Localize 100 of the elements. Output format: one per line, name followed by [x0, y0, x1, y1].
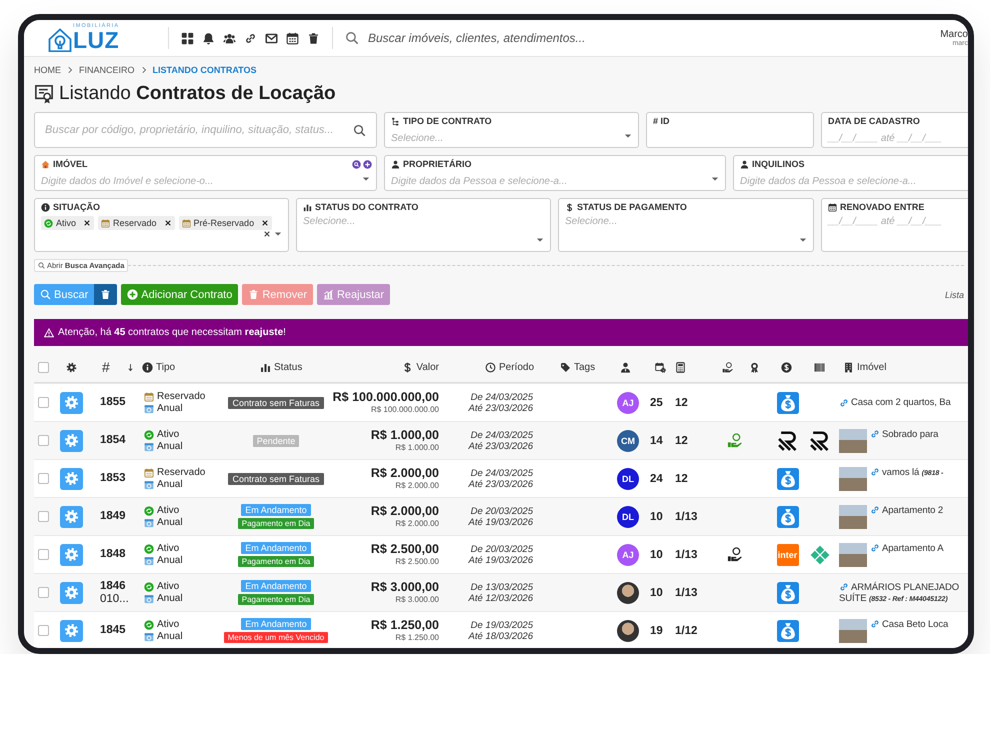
- dollar-circle-icon: [781, 362, 792, 372]
- property-link[interactable]: Casa com 2 quartos, Ba: [851, 397, 951, 408]
- calendar-icon: [144, 468, 154, 478]
- calendar-icon: [144, 442, 154, 452]
- bank-logo: inter: [776, 544, 798, 566]
- avatar[interactable]: DL: [617, 468, 639, 490]
- active-status-icon: [144, 582, 154, 592]
- trash-icon[interactable]: [307, 32, 320, 44]
- info-icon: [41, 202, 50, 212]
- row-checkbox[interactable]: [38, 549, 49, 560]
- person-icon: [740, 160, 749, 168]
- property-link[interactable]: Apartamento A: [882, 542, 944, 554]
- field-label: PROPRIETÁRIO: [403, 159, 472, 169]
- row-checkbox[interactable]: [38, 473, 49, 484]
- remove-icon[interactable]: [83, 219, 92, 227]
- column-header[interactable]: Tags: [574, 362, 596, 372]
- property-link[interactable]: Apartamento 2: [882, 504, 944, 516]
- settings-button[interactable]: [60, 544, 83, 566]
- add-button[interactable]: Adicionar Contrato: [121, 284, 238, 305]
- select-field[interactable]: STATUS DE PAGAMENTO Selecione...: [558, 198, 814, 252]
- envelope-icon[interactable]: [265, 32, 278, 44]
- column-header[interactable]: #: [102, 359, 110, 375]
- select-field[interactable]: IMÓVEL Digite dados do Imóvel e selecione-o...: [34, 155, 377, 191]
- dashboard-icon[interactable]: [181, 32, 194, 44]
- input-field[interactable]: RENOVADO ENTRE __/__/____ até __/__/___: [821, 198, 968, 252]
- avatar[interactable]: AJ: [617, 392, 639, 414]
- sort-icon[interactable]: [126, 362, 135, 372]
- remove-icon[interactable]: [164, 219, 172, 227]
- input-field[interactable]: DATA DE CADASTRO __/__/____ até __/__/___: [821, 112, 968, 148]
- avatar[interactable]: [617, 582, 639, 604]
- avatar[interactable]: CM: [617, 430, 639, 452]
- status-badge: Em Andamento: [241, 504, 311, 516]
- contract-code: 010...: [100, 592, 130, 606]
- user-name[interactable]: Marco: [940, 28, 968, 40]
- avatar[interactable]: [617, 620, 639, 642]
- select-field[interactable]: TIPO DE CONTRATO Selecione...: [384, 112, 639, 148]
- row-checkbox[interactable]: [38, 511, 49, 522]
- settings-button[interactable]: [60, 392, 83, 414]
- link-icon[interactable]: [244, 32, 257, 44]
- bell-icon[interactable]: [202, 32, 215, 44]
- calendar-icon[interactable]: [286, 32, 299, 44]
- breadcrumb-link[interactable]: FINANCEIRO: [79, 65, 135, 75]
- users-icon[interactable]: [223, 32, 236, 44]
- remove-icon[interactable]: [261, 219, 270, 227]
- settings-button[interactable]: [60, 468, 83, 490]
- select-field[interactable]: STATUS DO CONTRATO Selecione...: [296, 198, 551, 252]
- filter-chip[interactable]: Reservado: [98, 216, 175, 230]
- row-checkbox[interactable]: [38, 587, 49, 598]
- row-checkbox[interactable]: [38, 625, 49, 636]
- row-checkbox[interactable]: [38, 435, 49, 446]
- input-field[interactable]: INQUILINOS Digite dados da Pessoa e selecione-a...: [733, 155, 968, 191]
- global-search-field[interactable]: Buscar imóveis, clientes, atendimentos...: [368, 31, 586, 45]
- property-link[interactable]: Casa Beto Loca: [882, 618, 948, 630]
- trash-icon: [100, 289, 112, 300]
- column-header[interactable]: Tipo: [156, 362, 176, 372]
- status-badge: Em Andamento: [241, 618, 311, 630]
- trash-icon: [248, 289, 260, 300]
- property-link[interactable]: Sobrado para: [882, 428, 938, 440]
- select-all-checkbox[interactable]: [38, 362, 49, 372]
- clear-icon[interactable]: [263, 230, 271, 238]
- house-icon: [41, 160, 50, 168]
- multi-select-field[interactable]: SITUAÇÃO Ativo Reservado Pré-Reservado: [34, 198, 289, 252]
- property-link[interactable]: ARMÁRIOS PLANEJADO: [851, 582, 960, 592]
- row-checkbox[interactable]: [38, 397, 49, 408]
- alert-text: Atenção, há 45 contratos que necessitam reajuste!: [58, 327, 286, 338]
- search-icon: [40, 289, 51, 300]
- avatar[interactable]: DL: [617, 506, 639, 528]
- filter-chip[interactable]: Pré-Reservado: [178, 216, 272, 230]
- column-header[interactable]: Imóvel: [857, 362, 886, 372]
- column-header[interactable]: Período: [499, 362, 534, 372]
- settings-button[interactable]: [60, 582, 83, 604]
- filter-chip[interactable]: Ativo: [41, 216, 94, 230]
- avatar[interactable]: AJ: [617, 544, 639, 566]
- select-field[interactable]: PROPRIETÁRIO Digite dados da Pessoa e selecione-a...: [384, 155, 726, 191]
- search-icon[interactable]: [345, 31, 359, 45]
- plus-icon[interactable]: [363, 160, 372, 169]
- calendar-icon: [144, 392, 154, 402]
- status-badge: Pagamento em Dia: [238, 518, 314, 529]
- contract-value: R$ 2.500,00: [370, 543, 439, 557]
- input-field[interactable]: # ID: [646, 112, 814, 148]
- dollar-icon: [402, 362, 414, 372]
- calendar-icon: [101, 218, 110, 228]
- dollar-icon: [565, 202, 574, 212]
- search-icon[interactable]: [353, 124, 366, 136]
- clear-button[interactable]: [94, 284, 118, 305]
- count-cell-text: 14: [650, 434, 664, 446]
- calendar-icon: [828, 202, 837, 212]
- breadcrumb-link[interactable]: HOME: [34, 65, 61, 75]
- search-icon[interactable]: [352, 160, 361, 169]
- settings-button[interactable]: [60, 620, 83, 642]
- calendar-icon: [182, 218, 191, 228]
- settings-button[interactable]: [60, 430, 83, 452]
- person-icon: [391, 160, 400, 168]
- bank-logo-icon: [810, 544, 830, 564]
- column-header[interactable]: Valor: [416, 362, 439, 372]
- breadcrumb-link[interactable]: LISTANDO CONTRATOS: [152, 65, 257, 75]
- settings-icon: [64, 547, 79, 562]
- status-badge: Pagamento em Dia: [238, 594, 314, 605]
- settings-button[interactable]: [60, 506, 83, 528]
- column-header[interactable]: Status: [274, 362, 302, 372]
